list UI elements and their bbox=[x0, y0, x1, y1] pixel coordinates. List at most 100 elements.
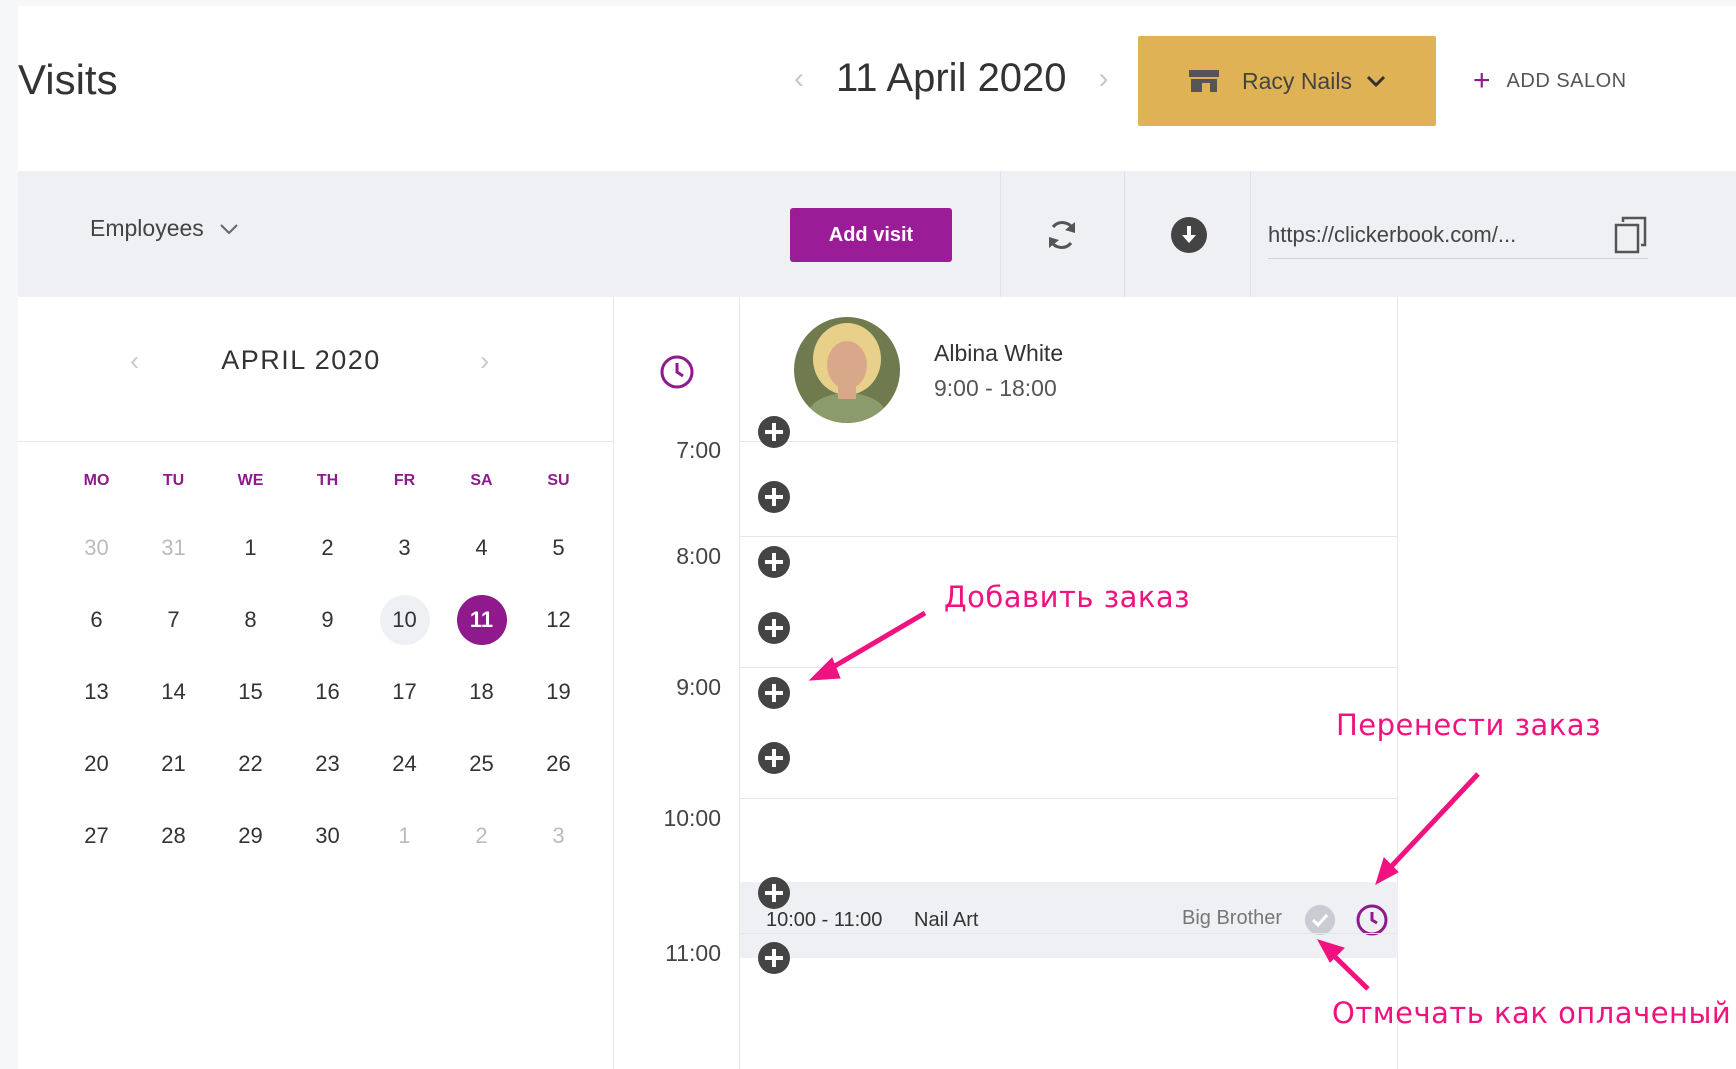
employee-name: Albina White bbox=[934, 340, 1064, 366]
refresh-icon[interactable] bbox=[1044, 216, 1080, 254]
salon-selector-button[interactable]: Racy Nails bbox=[1138, 36, 1436, 126]
date-navigator: ‹ 11 April 2020 › bbox=[788, 56, 1115, 101]
calendar-day-number[interactable]: 17 bbox=[380, 667, 430, 717]
annotation-add-order: Добавить заказ bbox=[944, 580, 1191, 614]
calendar-day-number[interactable]: 19 bbox=[534, 667, 584, 717]
calendar-week: 30 31 1 2 3 4 5 bbox=[58, 512, 597, 584]
calendar-day-number[interactable]: 9 bbox=[303, 595, 353, 645]
calendar-day: 3 bbox=[366, 512, 443, 584]
calendar-day-number[interactable]: 21 bbox=[149, 739, 199, 789]
calendar-day-number[interactable]: 12 bbox=[534, 595, 584, 645]
calendar-day: 1 bbox=[212, 512, 289, 584]
weekday-label: TU bbox=[162, 472, 185, 489]
add-booking-plus-icon[interactable] bbox=[757, 741, 791, 775]
calendar-day-number[interactable]: 31 bbox=[149, 523, 199, 573]
add-booking-plus-icon[interactable] bbox=[757, 415, 791, 449]
calendar-day-number[interactable]: 22 bbox=[226, 739, 276, 789]
chevron-down-icon bbox=[220, 223, 238, 234]
weekday-label: MO bbox=[83, 472, 110, 489]
employees-dropdown[interactable]: Employees bbox=[90, 215, 238, 242]
employee-schedule-column: Albina White 9:00 - 18:00 10:00 - 11:00 … bbox=[740, 297, 1398, 1069]
calendar-day: 2 bbox=[443, 800, 520, 872]
calendar-day-number[interactable]: 29 bbox=[226, 811, 276, 861]
weekday-label: FR bbox=[393, 472, 416, 489]
calendar-day-number[interactable]: 13 bbox=[72, 667, 122, 717]
calendar-day-number[interactable]: 3 bbox=[534, 811, 584, 861]
booking-url-field[interactable]: https://clickerbook.com/... bbox=[1268, 211, 1648, 259]
clock-icon bbox=[660, 355, 694, 389]
copy-icon[interactable] bbox=[1614, 216, 1648, 254]
hour-divider bbox=[740, 933, 1398, 934]
booking-url: https://clickerbook.com/... bbox=[1268, 221, 1517, 247]
add-booking-plus-icon[interactable] bbox=[757, 876, 791, 910]
calendar-day: 20 bbox=[58, 728, 135, 800]
employee-working-hours: 9:00 - 18:00 bbox=[934, 375, 1057, 401]
hour-divider bbox=[740, 798, 1398, 799]
booking-card[interactable]: 10:00 - 11:00 Nail Art Big Brother bbox=[740, 882, 1398, 958]
calendar-day-number[interactable]: 30 bbox=[303, 811, 353, 861]
calendar-day-number[interactable]: 7 bbox=[149, 595, 199, 645]
time-column: 7:00 8:00 9:00 10:00 11:00 bbox=[614, 297, 740, 1069]
calendar-day-number[interactable]: 28 bbox=[149, 811, 199, 861]
next-day-chevron-icon[interactable]: › bbox=[1093, 62, 1115, 96]
calendar-day-number[interactable]: 2 bbox=[457, 811, 507, 861]
page-header: Visits ‹ 11 April 2020 › Racy Nails + AD… bbox=[18, 6, 1736, 171]
calendar-day-number[interactable]: 11 bbox=[456, 595, 507, 645]
calendar-day-number[interactable]: 16 bbox=[303, 667, 353, 717]
calendar-day-number[interactable]: 15 bbox=[226, 667, 276, 717]
add-booking-plus-icon[interactable] bbox=[757, 545, 791, 579]
chevron-down-icon bbox=[1366, 75, 1386, 87]
calendar-day-number[interactable]: 2 bbox=[303, 523, 353, 573]
current-date[interactable]: 11 April 2020 bbox=[836, 56, 1067, 101]
next-month-chevron-icon[interactable]: › bbox=[480, 345, 489, 377]
mini-calendar: ‹ APRIL 2020 › MO TU WE TH FR SA SU 30 31 1 2 3 4 5 6… bbox=[18, 297, 614, 1069]
calendar-day-number[interactable]: 25 bbox=[457, 739, 507, 789]
hour-divider bbox=[740, 667, 1398, 668]
calendar-day-number[interactable]: 23 bbox=[303, 739, 353, 789]
calendar-week: 6 7 8 9 10 11 12 bbox=[58, 584, 597, 656]
calendar-day-number[interactable]: 24 bbox=[380, 739, 430, 789]
add-booking-plus-icon[interactable] bbox=[757, 676, 791, 710]
calendar-day: 8 bbox=[212, 584, 289, 656]
calendar-day-number[interactable]: 30 bbox=[72, 523, 122, 573]
calendar-day-number[interactable]: 10 bbox=[379, 595, 430, 645]
calendar-day: 12 bbox=[520, 584, 597, 656]
calendar-day-number[interactable]: 1 bbox=[226, 523, 276, 573]
add-visit-button[interactable]: Add visit bbox=[790, 208, 952, 262]
calendar-header: ‹ APRIL 2020 › bbox=[18, 297, 614, 442]
add-booking-plus-icon[interactable] bbox=[757, 480, 791, 514]
add-booking-plus-icon[interactable] bbox=[757, 941, 791, 975]
calendar-day-number[interactable]: 3 bbox=[380, 523, 430, 573]
calendar-day-number[interactable]: 14 bbox=[149, 667, 199, 717]
plus-icon: + bbox=[1473, 64, 1491, 97]
toolbar-divider bbox=[1000, 171, 1001, 297]
calendar-day-number[interactable]: 26 bbox=[534, 739, 584, 789]
calendar-day-number[interactable]: 18 bbox=[457, 667, 507, 717]
weekday-header: MO TU WE TH FR SA SU bbox=[58, 472, 597, 490]
employees-label: Employees bbox=[90, 215, 204, 241]
weekday-label: SA bbox=[470, 472, 493, 489]
employee-avatar[interactable] bbox=[794, 317, 900, 423]
calendar-day: 13 bbox=[58, 656, 135, 728]
annotation-move-order: Перенести заказ bbox=[1336, 708, 1602, 742]
calendar-month: APRIL 2020 bbox=[221, 345, 381, 375]
mark-paid-check-icon[interactable] bbox=[1304, 904, 1336, 936]
calendar-day-number[interactable]: 1 bbox=[380, 811, 430, 861]
calendar-day-number[interactable]: 4 bbox=[457, 523, 507, 573]
calendar-day-number[interactable]: 6 bbox=[72, 595, 122, 645]
annotation-mark-paid: Отмечать как оплаченый bbox=[1332, 996, 1732, 1030]
calendar-week: 20 21 22 23 24 25 26 bbox=[58, 728, 597, 800]
calendar-day-number[interactable]: 8 bbox=[226, 595, 276, 645]
calendar-day-number[interactable]: 5 bbox=[534, 523, 584, 573]
calendar-day-number[interactable]: 20 bbox=[72, 739, 122, 789]
add-salon-button[interactable]: + ADD SALON bbox=[1473, 66, 1627, 96]
booking-service: Nail Art bbox=[914, 909, 979, 931]
calendar-day: 25 bbox=[443, 728, 520, 800]
store-icon bbox=[1189, 70, 1220, 92]
calendar-days: 30 31 1 2 3 4 5 6 7 8 9 10 11 12 13 14 15 16 17 18 19 20 21 22 2… bbox=[58, 512, 597, 872]
download-icon[interactable] bbox=[1170, 216, 1208, 254]
calendar-day-number[interactable]: 27 bbox=[72, 811, 122, 861]
calendar-day: 14 bbox=[135, 656, 212, 728]
prev-day-chevron-icon[interactable]: ‹ bbox=[788, 62, 810, 96]
add-booking-plus-icon[interactable] bbox=[757, 611, 791, 645]
